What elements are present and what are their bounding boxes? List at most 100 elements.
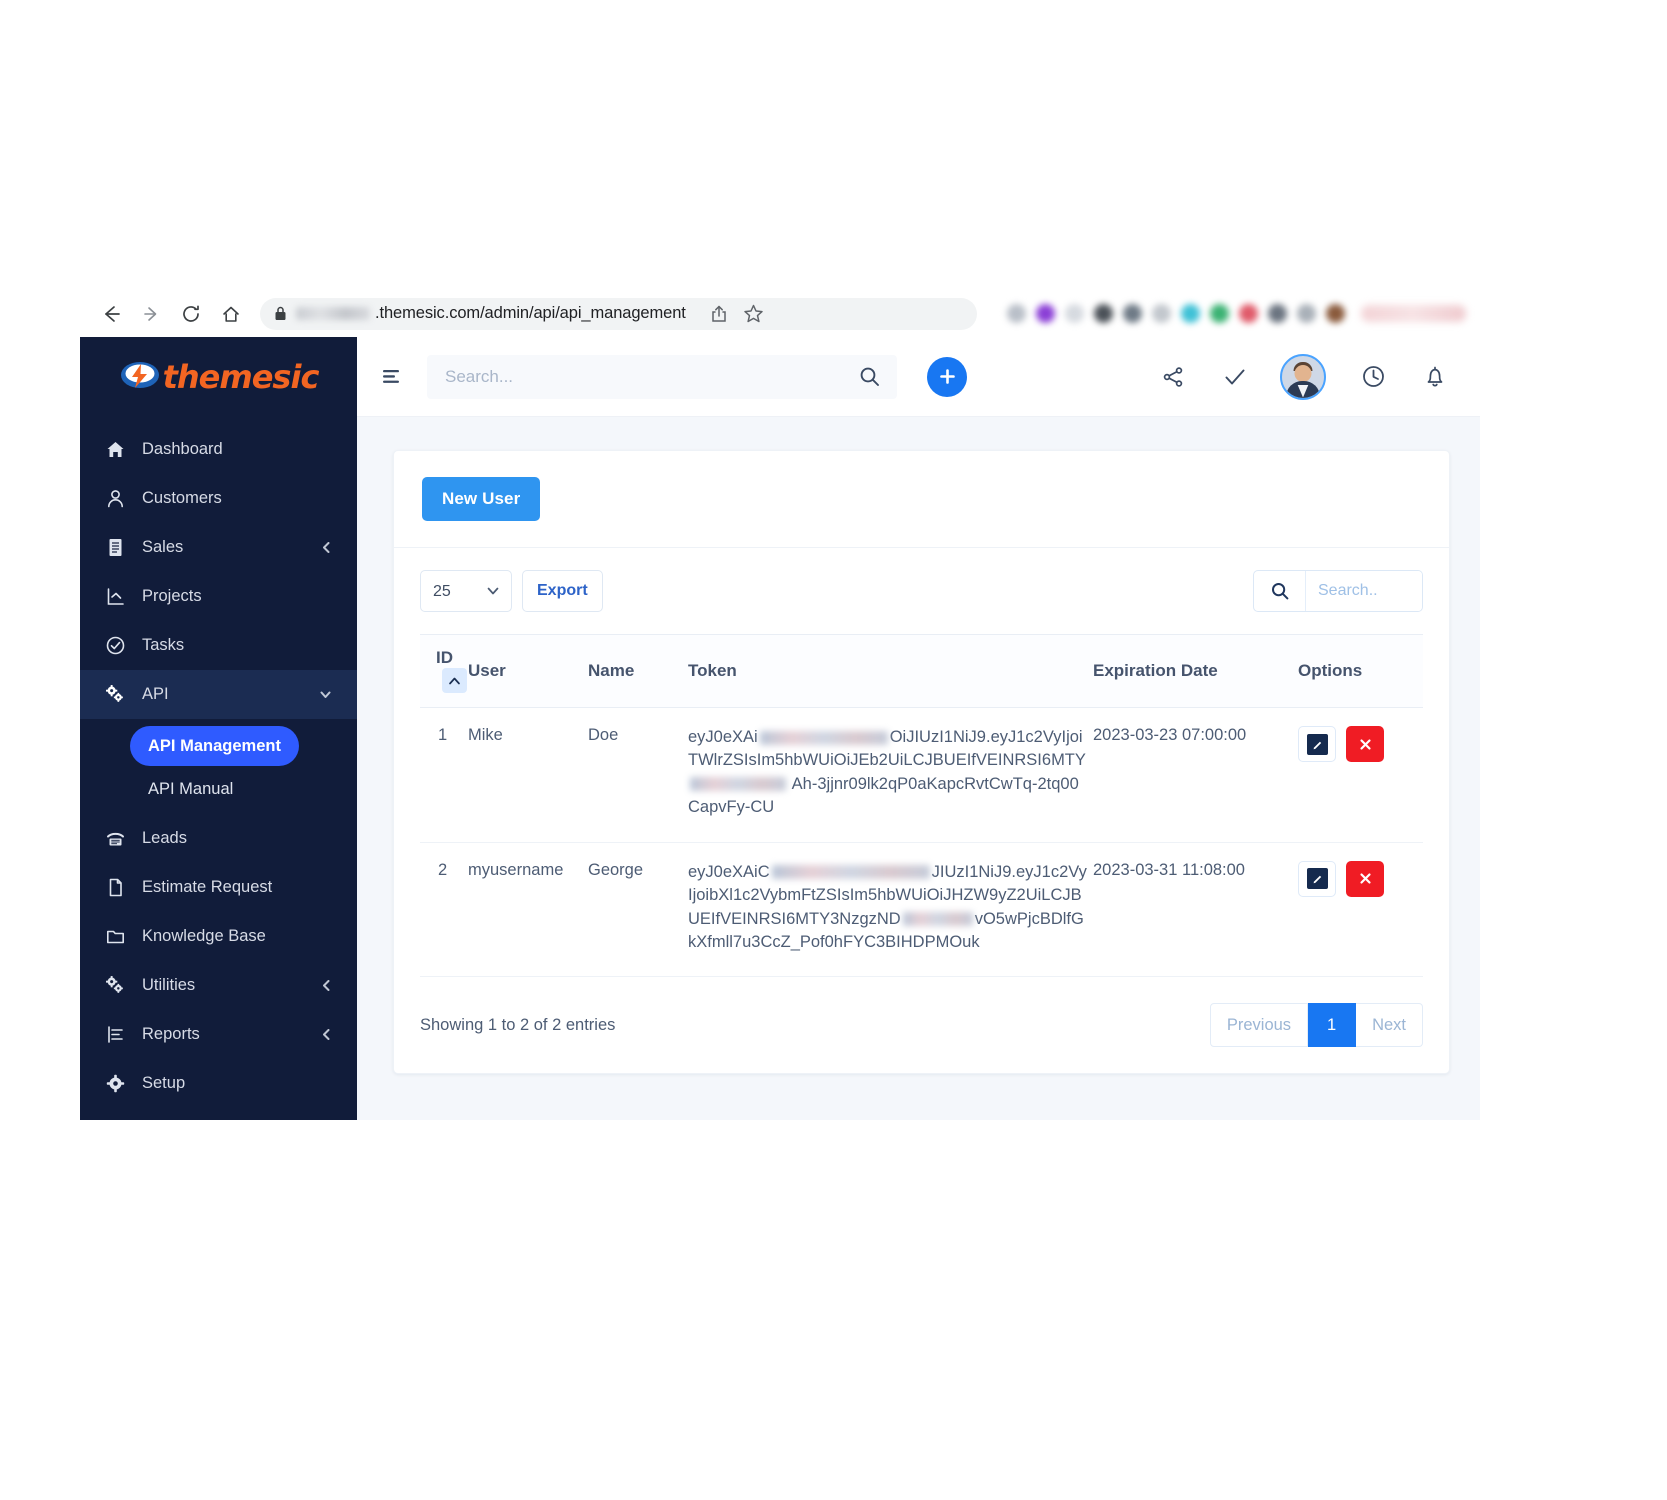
share-icon [1163, 366, 1183, 387]
extension-icon[interactable] [1326, 304, 1345, 323]
cell-options [1298, 707, 1423, 843]
column-label: ID [436, 648, 453, 667]
extension-icon[interactable] [1181, 304, 1200, 323]
extension-icon[interactable] [1065, 304, 1084, 323]
history-button[interactable] [1358, 362, 1388, 392]
column-header-token[interactable]: Token [688, 634, 1093, 708]
sidebar-item-dashboard[interactable]: Dashboard [80, 425, 357, 474]
sidebar-item-estimate-request[interactable]: Estimate Request [80, 863, 357, 912]
extension-icon[interactable] [1210, 304, 1229, 323]
sidebar-item-label: Sales [142, 538, 184, 556]
sidebar-item-label: Estimate Request [142, 878, 273, 896]
edit-icon [1306, 868, 1328, 890]
extension-icon[interactable] [1094, 304, 1113, 323]
cell-token: eyJ0eXAi OiJIUzI1NiJ9.eyJ1c2VyIjoiTWlrZSI… [688, 707, 1093, 843]
search-input[interactable] [443, 365, 858, 388]
gears-icon [104, 975, 126, 997]
export-button[interactable]: Export [522, 570, 603, 612]
share-page-icon[interactable] [709, 304, 729, 324]
search-icon [1271, 583, 1288, 600]
bell-icon [1427, 366, 1443, 386]
table-body: 1 Mike Doe eyJ0eXAi OiJIUzI1NiJ9.eyJ1c2Vy… [420, 707, 1423, 978]
extension-icon[interactable] [1239, 304, 1258, 323]
topbar [357, 337, 1480, 417]
page-length-select[interactable]: 25 [420, 570, 512, 612]
notifications-button[interactable] [1420, 362, 1450, 392]
phone-icon [104, 828, 126, 850]
redacted-token-segment [759, 730, 888, 745]
pagination-previous[interactable]: Previous [1209, 1003, 1309, 1048]
edit-icon [1306, 733, 1328, 755]
sidebar-item-api-management[interactable]: API Management [130, 726, 299, 766]
approve-button[interactable] [1220, 362, 1250, 392]
sidebar-item-label: Dashboard [142, 440, 223, 458]
chevron-up-icon[interactable] [442, 668, 467, 693]
forward-arrow-icon[interactable] [134, 297, 168, 331]
search-button[interactable] [1254, 571, 1306, 611]
sidebar-item-utilities[interactable]: Utilities [80, 961, 357, 1010]
back-arrow-icon[interactable] [94, 297, 128, 331]
sidebar-item-label: Reports [142, 1025, 200, 1043]
edit-button[interactable] [1298, 726, 1336, 762]
sidebar-item-api-manual[interactable]: API Manual [130, 769, 251, 809]
column-header-name[interactable]: Name [588, 634, 688, 708]
sidebar-item-projects[interactable]: Projects [80, 572, 357, 621]
edit-button[interactable] [1298, 860, 1336, 897]
extension-icon[interactable] [1297, 304, 1316, 323]
table-footer: Showing 1 to 2 of 2 entries Previous 1 N… [420, 977, 1423, 1048]
cell-expiration-date: 2023-03-23 07:00:00 [1093, 707, 1298, 843]
global-search[interactable] [427, 354, 897, 399]
table-search-input[interactable] [1306, 571, 1422, 611]
table-toolbar: 25 Export [420, 570, 1423, 612]
sidebar-item-reports[interactable]: Reports [80, 1010, 357, 1059]
delete-button[interactable] [1346, 726, 1384, 762]
column-header-expiration-date[interactable]: Expiration Date [1093, 634, 1298, 708]
sidebar-item-knowledge-base[interactable]: Knowledge Base [80, 912, 357, 961]
extension-icon[interactable] [1152, 304, 1171, 323]
pagination: Previous 1 Next [1209, 1003, 1423, 1048]
chevron-left-icon [320, 979, 333, 992]
column-header-user[interactable]: User [468, 634, 588, 708]
brand-logo[interactable]: themesic [80, 337, 357, 417]
close-icon [1359, 873, 1371, 884]
avatar[interactable] [1280, 353, 1326, 400]
url-text: .themesic.com/admin/api/api_management [375, 304, 686, 322]
extension-icon[interactable] [1007, 304, 1026, 323]
chevron-left-icon [320, 1028, 333, 1041]
table-header-row: ID User Name Token Expiration Date Optio… [420, 634, 1423, 708]
sidebar-item-setup[interactable]: Setup [80, 1059, 357, 1108]
sidebar-item-api[interactable]: API [80, 670, 357, 719]
extension-icon[interactable] [1268, 304, 1287, 323]
token-value: eyJ0eXAi OiJIUzI1NiJ9.eyJ1c2VyIjoiTWlrZSI… [688, 728, 1086, 817]
pagination-next[interactable]: Next [1356, 1003, 1423, 1048]
new-user-button[interactable]: New User [422, 477, 541, 521]
hamburger-icon[interactable] [379, 364, 405, 390]
sidebar-item-sales[interactable]: Sales [80, 523, 357, 572]
sidebar-item-leads[interactable]: Leads [80, 814, 357, 863]
table-search[interactable] [1253, 570, 1423, 612]
cell-name: George [588, 842, 688, 978]
delete-button[interactable] [1346, 860, 1384, 897]
pagination-page-1[interactable]: 1 [1308, 1003, 1357, 1048]
token-value: eyJ0eXAiC JIUzI1NiJ9.eyJ1c2VyIjoibXl1c2Vy… [688, 862, 1087, 951]
search-icon[interactable] [858, 365, 881, 388]
cell-id: 2 [420, 842, 468, 978]
star-icon[interactable] [743, 303, 764, 324]
api-subnav: API Management API Manual [80, 719, 357, 814]
cell-token: eyJ0eXAiC JIUzI1NiJ9.eyJ1c2VyIjoibXl1c2Vy… [688, 842, 1093, 978]
sidebar-item-label: Knowledge Base [142, 927, 266, 945]
column-header-options: Options [1298, 634, 1423, 708]
extension-icon[interactable] [1036, 304, 1055, 323]
address-bar[interactable]: .themesic.com/admin/api/api_management [260, 297, 977, 330]
sidebar-item-customers[interactable]: Customers [80, 474, 357, 523]
reload-icon[interactable] [174, 297, 208, 331]
share-button[interactable] [1158, 362, 1188, 392]
add-button[interactable] [927, 356, 967, 397]
sidebar-item-tasks[interactable]: Tasks [80, 621, 357, 670]
redacted-subdomain [296, 307, 370, 320]
redacted-token-segment [690, 777, 786, 792]
receipt-icon [104, 537, 126, 559]
column-header-id[interactable]: ID [420, 634, 468, 708]
home-icon[interactable] [214, 297, 248, 331]
extension-icon[interactable] [1123, 304, 1142, 323]
